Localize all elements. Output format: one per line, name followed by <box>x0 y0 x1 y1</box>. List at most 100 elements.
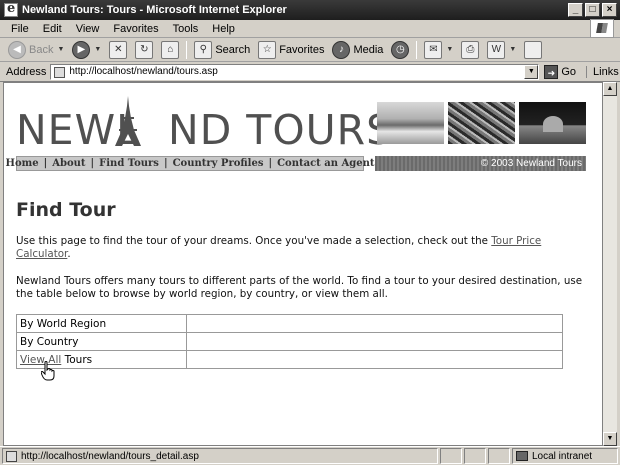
status-text-panel: http://localhost/newland/tours_detail.as… <box>2 448 438 464</box>
favorites-button[interactable]: ☆ Favorites <box>254 39 328 61</box>
beach-photo <box>377 102 444 144</box>
menu-edit[interactable]: Edit <box>36 23 69 35</box>
edit-dropdown-icon[interactable]: ▼ <box>509 46 516 53</box>
media-icon: ♪ <box>332 40 351 59</box>
site-nav: Home | About | Find Tours | Country Prof… <box>6 156 375 171</box>
ie-icon <box>4 1 18 17</box>
site-banner: NEWL ND TOURS <box>16 96 592 156</box>
back-button[interactable]: ◀ Back ▼ <box>4 39 68 61</box>
media-button[interactable]: ♪ Media <box>328 39 387 61</box>
favorites-label: Favorites <box>279 43 325 56</box>
empty-cell <box>186 332 563 351</box>
toolbar-separator <box>416 40 418 59</box>
vertical-scrollbar[interactable]: ▲ ▼ <box>603 82 617 446</box>
address-dropdown-icon[interactable]: ▼ <box>524 64 539 79</box>
discuss-icon <box>524 40 543 59</box>
empty-cell <box>186 350 563 369</box>
address-label: Address <box>6 65 47 78</box>
back-dropdown-icon[interactable]: ▼ <box>57 46 64 53</box>
maximize-button[interactable]: □ <box>585 3 600 17</box>
back-label: Back <box>29 43 54 56</box>
home-button[interactable]: ⌂ <box>157 39 183 61</box>
go-label: Go <box>561 65 577 78</box>
scroll-down-icon[interactable]: ▼ <box>603 432 617 446</box>
table-row: By World Region <box>16 314 563 333</box>
address-url: http://localhost/newland/tours.asp <box>69 66 218 77</box>
page-icon <box>54 66 66 78</box>
by-country-cell: By Country <box>16 332 187 351</box>
menu-help[interactable]: Help <box>205 23 242 35</box>
forward-button[interactable]: ▶ ▼ <box>68 39 105 61</box>
nav-about[interactable]: About <box>47 158 90 169</box>
status-panel <box>440 448 462 464</box>
menu-file[interactable]: File <box>4 23 36 35</box>
menu-view[interactable]: View <box>69 23 107 35</box>
description-paragraph: Newland Tours offers many tours to diffe… <box>16 275 583 300</box>
taj-mahal-photo <box>519 102 586 144</box>
refresh-button[interactable]: ↻ <box>131 39 157 61</box>
toolbar: ◀ Back ▼ ▶ ▼ ✕ ↻ ⌂ ⚲ Search ☆ Favorites … <box>0 38 620 62</box>
address-input[interactable]: http://localhost/newland/tours.asp ▼ <box>50 63 540 80</box>
scroll-up-icon[interactable]: ▲ <box>603 82 617 96</box>
title-bar: Newland Tours: Tours - Microsoft Interne… <box>0 0 620 20</box>
hand-cursor-icon <box>41 361 55 381</box>
discuss-button[interactable] <box>520 39 546 61</box>
go-arrow-icon: ➜ <box>544 64 559 79</box>
home-icon: ⌂ <box>161 40 180 59</box>
media-label: Media <box>353 43 384 56</box>
window-controls: _ □ × <box>568 3 617 17</box>
ruins-photo <box>448 102 515 144</box>
status-bar: http://localhost/newland/tours_detail.as… <box>0 446 620 465</box>
page-icon <box>6 450 17 462</box>
nav-contact-agent[interactable]: Contact an Agent <box>272 158 379 169</box>
forward-dropdown-icon[interactable]: ▼ <box>94 46 101 53</box>
mail-icon: ✉ <box>424 40 443 59</box>
intranet-icon <box>516 451 528 461</box>
intro-end: . <box>67 248 71 260</box>
history-button[interactable]: ◷ <box>387 39 413 61</box>
search-icon: ⚲ <box>194 40 213 59</box>
page-content: NEWL ND TOURS Home | About | Find Tours … <box>3 82 603 446</box>
mail-button[interactable]: ✉ ▼ <box>420 39 457 61</box>
search-button[interactable]: ⚲ Search <box>190 39 254 61</box>
toolbar-separator <box>186 40 188 59</box>
intro-paragraph: Use this page to find the tour of your d… <box>16 235 592 261</box>
copyright-bar: © 2003 Newland Tours <box>375 156 586 171</box>
star-icon: ☆ <box>258 40 277 59</box>
tour-search-table: By World Region By Country View All Tour… <box>16 314 563 369</box>
edit-button[interactable]: W ▼ <box>483 39 520 61</box>
history-icon: ◷ <box>391 40 410 59</box>
status-text: http://localhost/newland/tours_detail.as… <box>21 450 199 462</box>
search-label: Search <box>215 43 251 56</box>
printer-icon: ⎙ <box>461 40 480 59</box>
refresh-icon: ↻ <box>135 40 154 59</box>
print-button[interactable]: ⎙ <box>457 39 483 61</box>
minimize-button[interactable]: _ <box>568 3 583 17</box>
menu-favorites[interactable]: Favorites <box>106 23 165 35</box>
go-button[interactable]: ➜ Go <box>544 64 577 79</box>
address-bar: Address http://localhost/newland/tours.a… <box>0 62 620 82</box>
by-world-region-cell: By World Region <box>16 314 187 333</box>
close-button[interactable]: × <box>602 3 617 17</box>
mail-dropdown-icon[interactable]: ▼ <box>446 46 453 53</box>
table-row: View All Tours <box>16 350 563 369</box>
links-button[interactable]: Links <box>586 65 619 78</box>
page-title: Find Tour <box>16 199 116 221</box>
menu-tools[interactable]: Tools <box>166 23 206 35</box>
nav-home[interactable]: Home <box>4 158 44 169</box>
table-row: By Country <box>16 332 563 351</box>
windows-logo-icon <box>590 19 614 38</box>
menu-bar: File Edit View Favorites Tools Help <box>0 19 620 38</box>
site-logo[interactable]: NEWL ND TOURS <box>16 106 393 154</box>
tours-text: Tours <box>61 353 93 366</box>
zone-label: Local intranet <box>532 450 593 462</box>
word-edit-icon: W <box>487 40 506 59</box>
status-panel <box>464 448 486 464</box>
stop-icon: ✕ <box>109 40 128 59</box>
nav-country-profiles[interactable]: Country Profiles <box>168 158 269 169</box>
empty-cell <box>186 314 563 333</box>
forward-arrow-icon: ▶ <box>72 40 91 59</box>
nav-find-tours[interactable]: Find Tours <box>94 158 164 169</box>
stop-button[interactable]: ✕ <box>105 39 131 61</box>
security-zone-panel: Local intranet <box>512 448 618 464</box>
